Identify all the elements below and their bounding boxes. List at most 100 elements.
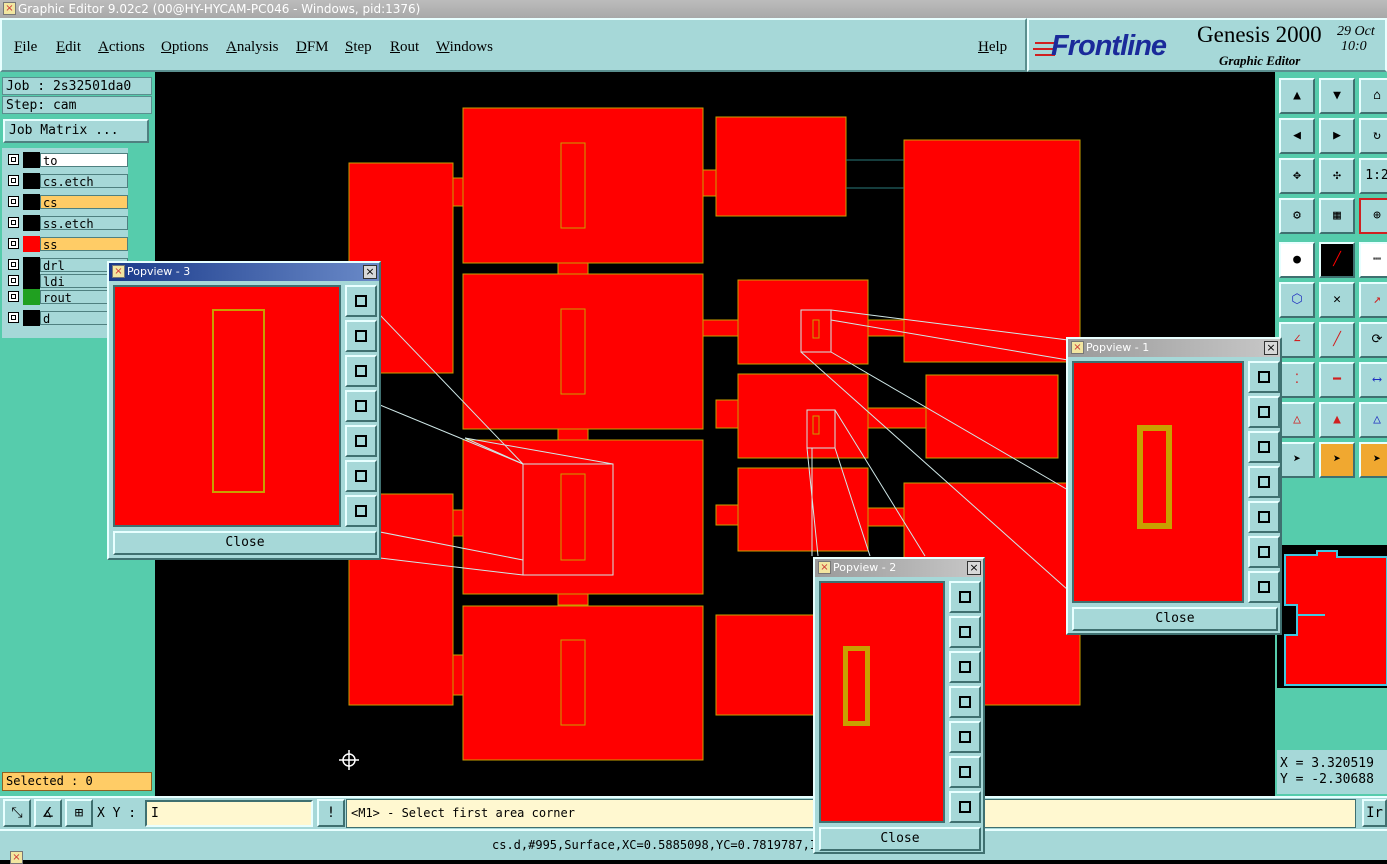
zoom-fit-icon[interactable]: ✥: [1279, 158, 1315, 194]
menu-windows[interactable]: Windows: [436, 39, 493, 56]
layer-checkbox[interactable]: [8, 275, 19, 286]
zoom-fit-icon[interactable]: [1248, 536, 1280, 568]
node-graph-icon[interactable]: ⬡: [1279, 282, 1315, 318]
menu-actions[interactable]: Actions: [98, 39, 145, 56]
popview-3-window[interactable]: × Popview - 3 × Close: [107, 261, 381, 560]
menu-file[interactable]: File: [14, 39, 37, 56]
layer-checkbox[interactable]: [8, 154, 19, 165]
pan-right-icon[interactable]: [1248, 501, 1280, 533]
layer-row[interactable]: to: [6, 152, 128, 168]
grid-icon[interactable]: ▦: [1319, 198, 1355, 234]
popview-1-titlebar[interactable]: × Popview - 1 ×: [1068, 339, 1280, 357]
zoom-in-icon[interactable]: [949, 581, 981, 613]
popview-1-window[interactable]: × Popview - 1 × Close: [1066, 337, 1282, 635]
menu-dfm[interactable]: DFM: [296, 39, 329, 56]
zoom-up-icon[interactable]: [1248, 396, 1280, 428]
horizontal-measure-icon[interactable]: ━: [1319, 362, 1355, 398]
scale-one-to-two-button[interactable]: 1:2: [1359, 158, 1387, 194]
close-icon[interactable]: ×: [363, 265, 377, 279]
alert-icon[interactable]: !: [317, 799, 345, 827]
zoom-in-icon[interactable]: [345, 285, 377, 317]
layer-swatch: [23, 194, 40, 210]
zoom-center-icon[interactable]: [1248, 571, 1280, 603]
zoom-down-icon[interactable]: ▼: [1319, 78, 1355, 114]
popview-3-view[interactable]: [113, 285, 341, 527]
snap-grid-icon[interactable]: ⊞: [65, 799, 93, 827]
pointer-select-icon[interactable]: ➤: [1319, 442, 1355, 478]
pan-left-icon[interactable]: [1248, 466, 1280, 498]
right-cut-button[interactable]: Ir: [1362, 799, 1387, 827]
zoom-fit-icon[interactable]: [345, 460, 377, 492]
measure-line-icon[interactable]: ╱: [1319, 242, 1355, 278]
layer-row[interactable]: ss.etch: [6, 215, 128, 231]
pointer-alt-icon[interactable]: ➤: [1359, 442, 1387, 478]
zoom-center-icon[interactable]: [949, 791, 981, 823]
points-icon[interactable]: ⁚: [1279, 362, 1315, 398]
layer-checkbox[interactable]: [8, 217, 19, 228]
layer-row[interactable]: cs: [6, 194, 128, 210]
pan-left-icon[interactable]: [949, 686, 981, 718]
close-icon[interactable]: ×: [10, 851, 23, 864]
menu-help[interactable]: Help: [978, 39, 1007, 56]
pan-left-icon[interactable]: ◀: [1279, 118, 1315, 154]
zoom-in-icon[interactable]: [1248, 361, 1280, 393]
cross-icon[interactable]: ✕: [1319, 282, 1355, 318]
close-button[interactable]: Close: [113, 531, 377, 555]
layer-checkbox[interactable]: [8, 196, 19, 207]
layer-checkbox[interactable]: [8, 259, 19, 270]
popview-1-view[interactable]: [1072, 361, 1244, 603]
zoom-down-icon[interactable]: [1248, 431, 1280, 463]
pan-right-icon[interactable]: [949, 721, 981, 753]
menu-step[interactable]: Step: [345, 39, 372, 56]
menu-options[interactable]: Options: [161, 39, 209, 56]
layer-checkbox[interactable]: [8, 238, 19, 249]
job-matrix-button[interactable]: Job Matrix ...: [3, 119, 149, 143]
zoom-center-icon[interactable]: [345, 495, 377, 527]
close-button[interactable]: Close: [819, 827, 981, 851]
menu-edit[interactable]: Edit: [56, 39, 81, 56]
popview-3-titlebar[interactable]: × Popview - 3 ×: [109, 263, 379, 281]
popview-2-titlebar[interactable]: × Popview - 2 ×: [815, 559, 983, 577]
mini-map[interactable]: [1277, 545, 1387, 688]
zoom-fit-icon[interactable]: [949, 756, 981, 788]
layer-row[interactable]: cs.etch: [6, 173, 128, 189]
triangle-icon[interactable]: △: [1279, 402, 1315, 438]
close-icon[interactable]: ×: [1264, 341, 1278, 355]
dimension-icon[interactable]: ⟷: [1359, 362, 1387, 398]
zoom-down-icon[interactable]: [345, 355, 377, 387]
zoom-center-icon[interactable]: ✣: [1319, 158, 1355, 194]
measure-icon[interactable]: ⤡: [3, 799, 31, 827]
popview-2-window[interactable]: × Popview - 2 × Close: [813, 557, 985, 854]
zoom-up-icon[interactable]: ▲: [1279, 78, 1315, 114]
home-icon[interactable]: ⌂: [1359, 78, 1387, 114]
layer-checkbox[interactable]: [8, 175, 19, 186]
pan-left-icon[interactable]: [345, 390, 377, 422]
menu-rout[interactable]: Rout: [390, 39, 419, 56]
triangle-blue-icon[interactable]: △: [1359, 402, 1387, 438]
snap-icon[interactable]: ⊕: [1359, 198, 1387, 234]
slash-icon[interactable]: ╱: [1319, 322, 1355, 358]
angle-measure-icon[interactable]: ∡: [34, 799, 62, 827]
close-icon[interactable]: ×: [967, 561, 981, 575]
ruler-icon[interactable]: ┉: [1359, 242, 1387, 278]
refresh-icon[interactable]: ↻: [1359, 118, 1387, 154]
rotate-icon[interactable]: ⟳: [1359, 322, 1387, 358]
pointer-icon[interactable]: ➤: [1279, 442, 1315, 478]
zoom-up-icon[interactable]: [345, 320, 377, 352]
layer-row[interactable]: ss: [6, 236, 128, 252]
select-feature-icon[interactable]: ●: [1279, 242, 1315, 278]
layer-checkbox[interactable]: [8, 291, 19, 302]
layer-checkbox[interactable]: [8, 312, 19, 323]
close-button[interactable]: Close: [1072, 607, 1278, 631]
xy-input[interactable]: [145, 800, 313, 827]
zoom-up-icon[interactable]: [949, 616, 981, 648]
arrow-node-icon[interactable]: ↗: [1359, 282, 1387, 318]
popview-2-view[interactable]: [819, 581, 945, 823]
settings-icon[interactable]: ⚙: [1279, 198, 1315, 234]
pan-right-icon[interactable]: [345, 425, 377, 457]
zoom-down-icon[interactable]: [949, 651, 981, 683]
triangle-up-icon[interactable]: ▲: [1319, 402, 1355, 438]
pan-right-icon[interactable]: ▶: [1319, 118, 1355, 154]
menu-analysis[interactable]: Analysis: [226, 39, 279, 56]
angle-icon[interactable]: ∠: [1279, 322, 1315, 358]
